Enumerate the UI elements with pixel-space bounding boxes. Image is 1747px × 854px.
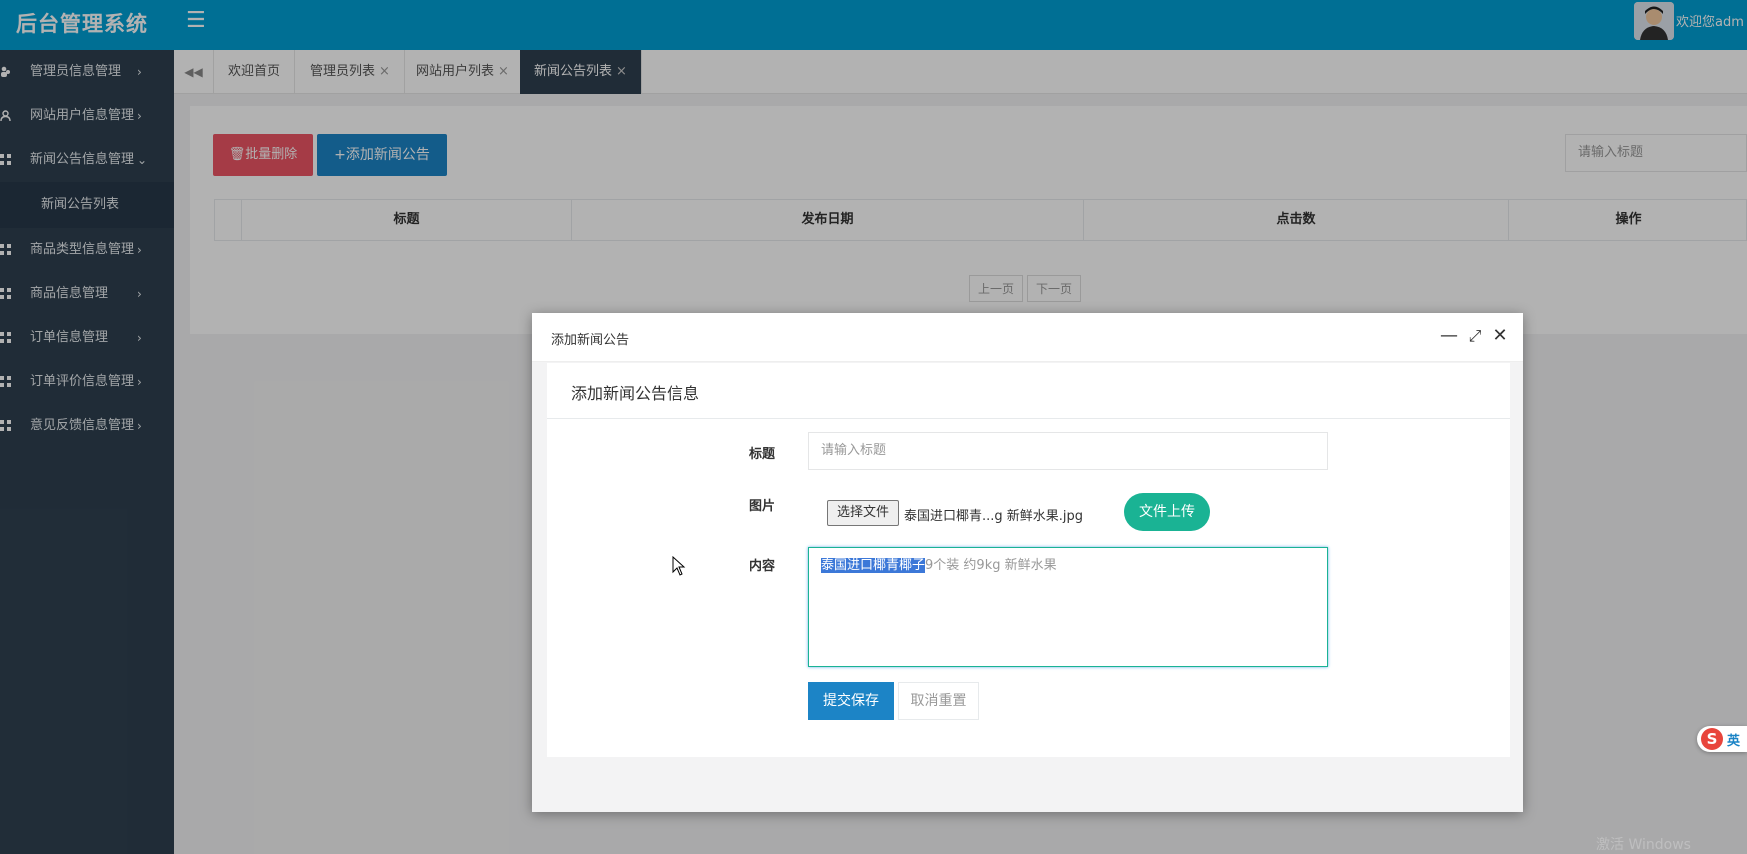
form-panel: 添加新闻公告信息 标题 请输入标题 图片 选择文件 泰国进口椰青...g 新鲜水… [547,363,1510,757]
file-upload-button[interactable]: 文件上传 [1124,493,1210,531]
image-label: 图片 [749,499,776,514]
selected-text: 泰国进口椰青椰子 [821,558,926,573]
submit-save-button[interactable]: 提交保存 [808,682,894,720]
close-icon[interactable]: ✕ [1489,325,1511,347]
content-textarea[interactable]: 泰国进口椰青椰子9个装 约9kg 新鲜水果 [808,547,1328,667]
choose-file-button[interactable]: 选择文件 [827,500,899,526]
form-title: 添加新闻公告信息 [571,384,700,403]
maximize-icon[interactable]: ⤢ [1464,325,1486,347]
windows-watermark: 激活 Windows [1596,837,1691,853]
title-input[interactable]: 请输入标题 [808,432,1328,470]
selected-file-name: 泰国进口椰青...g 新鲜水果.jpg [904,509,1084,524]
ime-language: 英 [1727,734,1741,749]
content-text: 9个装 约9kg 新鲜水果 [925,558,1057,573]
mouse-cursor-icon [672,556,686,576]
content-label: 内容 [749,559,776,574]
title-label: 标题 [749,447,776,462]
ime-indicator[interactable]: S 英 [1697,726,1747,752]
minimize-icon[interactable]: — [1438,325,1460,347]
divider [547,418,1510,419]
dialog-header: 添加新闻公告 — ⤢ ✕ [532,313,1523,362]
cancel-reset-button[interactable]: 取消重置 [898,682,979,720]
dialog-title: 添加新闻公告 [551,333,630,348]
sogou-logo-icon: S [1701,728,1723,750]
